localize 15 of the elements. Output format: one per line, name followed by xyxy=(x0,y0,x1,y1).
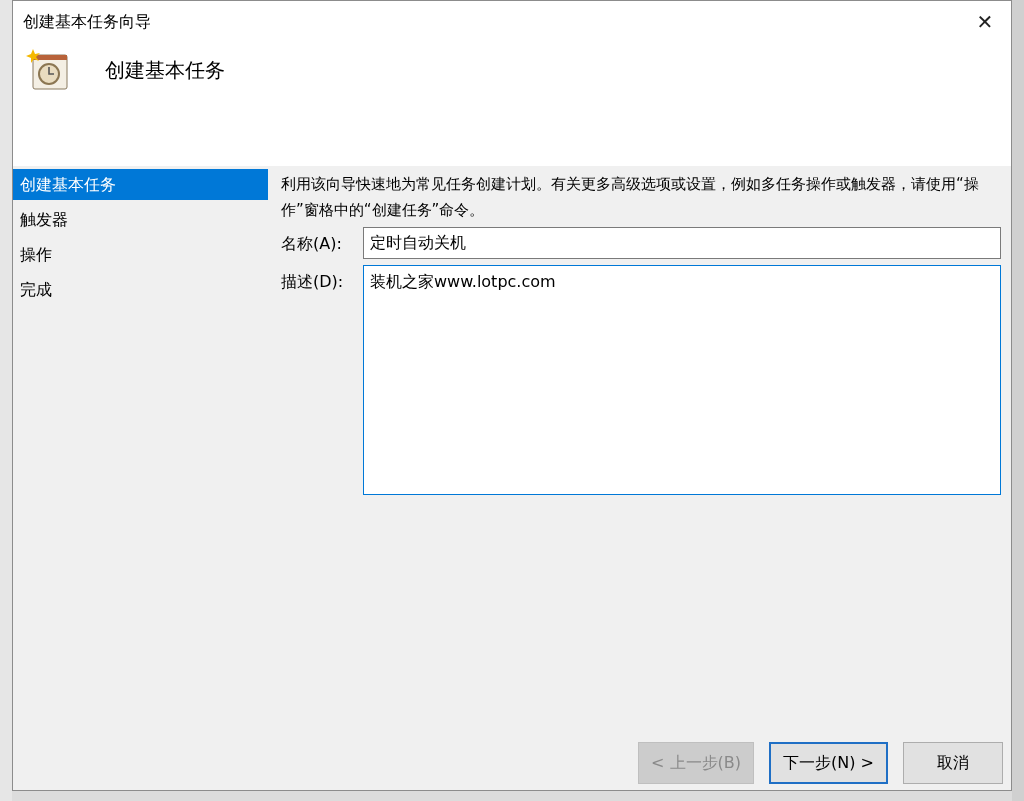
calendar-clock-icon xyxy=(25,47,71,93)
close-button[interactable]: ✕ xyxy=(967,7,1003,37)
wizard-step[interactable]: 完成 xyxy=(13,274,268,305)
cancel-button[interactable]: 取消 xyxy=(903,742,1003,784)
wizard-step[interactable]: 创建基本任务 xyxy=(13,169,268,200)
description-field[interactable]: 装机之家www.lotpc.com xyxy=(363,265,1001,495)
wizard-step[interactable]: 触发器 xyxy=(13,204,268,235)
name-field[interactable]: 定时自动关机 xyxy=(363,227,1001,259)
intro-text: 利用该向导快速地为常见任务创建计划。有关更多高级选项或设置，例如多任务操作或触发器，请使用“操作”窗格中的“创建任务”命令。 xyxy=(281,174,980,221)
wizard-step[interactable]: 操作 xyxy=(13,239,268,270)
field-label: 描述(D): xyxy=(281,271,345,293)
page-heading: 创建基本任务 xyxy=(105,57,225,84)
field-label: 名称(A): xyxy=(281,233,343,255)
window-title: 创建基本任务向导 xyxy=(23,11,151,33)
next-button[interactable]: 下一步(N) > xyxy=(769,742,888,784)
